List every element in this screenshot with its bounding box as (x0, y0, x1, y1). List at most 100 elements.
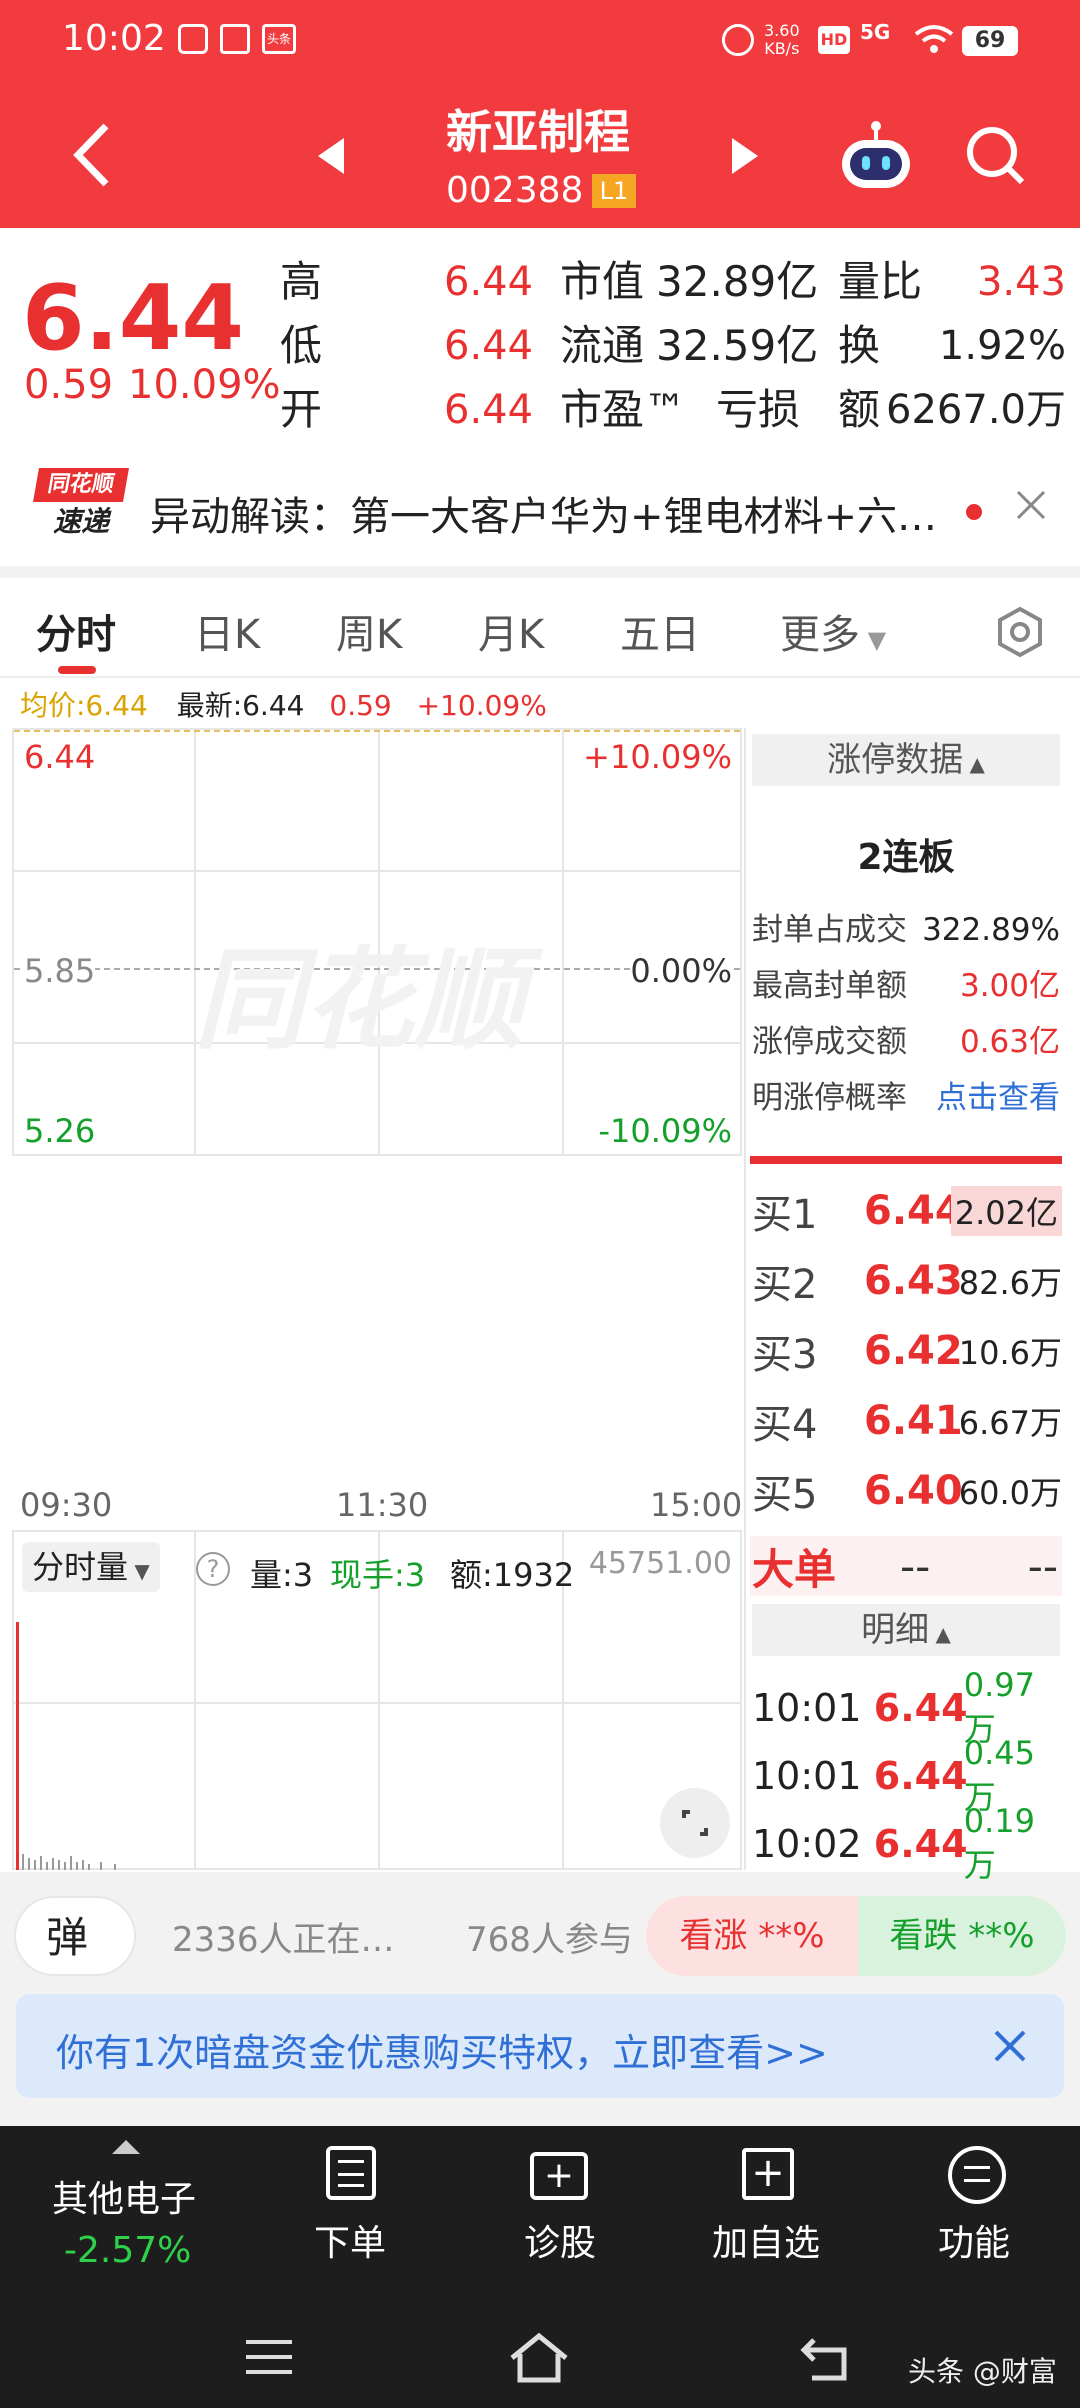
nav-back-icon[interactable] (800, 2336, 852, 2382)
order-book-divider (750, 1156, 1062, 1164)
chevron-down-icon: ▼ (128, 1559, 150, 1583)
bottom-toolbar: 其他电子 -2.57% 下单 + 诊股 + 加自选 功能 头条 @财富 (0, 2126, 1080, 2408)
quote-panel: 6.44 0.59 10.09% 高低开 6.44 6.44 6.44 市值 流通 市盈… (0, 228, 1080, 448)
wifi-icon (914, 24, 954, 54)
chevron-up-icon: ▲ (963, 752, 985, 776)
time-mid: 11:30 (336, 1486, 429, 1524)
volume-hand: 现手:3 (330, 1556, 426, 1594)
hlo-labels: 高低开 (280, 257, 323, 434)
promo-text: 你有1次暗盘资金优惠购买特权，立即查看>> (56, 2031, 828, 2075)
app-header: 10:02 头条 3.60 KB/s HD 5G 69 新亚制程 002388 L… (0, 0, 1080, 228)
close-icon[interactable] (1014, 488, 1048, 522)
add-watchlist-icon: + (742, 2148, 794, 2200)
chart-tabs: 分时 日K 周K 月K 五日 更多 ▼ (0, 566, 1080, 676)
net-speed: 3.60 KB/s (764, 21, 800, 58)
danmu-toggle[interactable]: 弹 (14, 1896, 136, 1976)
sector-change: -2.57% (64, 2230, 192, 2271)
order-book: 买1 6.44 2.02亿 买2 6.43 82.6万 买3 6.42 10.6万 买4 6.… (752, 1186, 1062, 1518)
vote-down-button[interactable]: 看跌 **% (858, 1896, 1066, 1976)
nav-home-icon[interactable] (508, 2332, 570, 2384)
robot-assistant-icon[interactable] (838, 118, 914, 194)
order-icon (326, 2146, 376, 2200)
unread-dot (966, 504, 982, 520)
participants-count: 768人参与 (466, 1920, 633, 1960)
tab-week-k[interactable]: 周K (336, 602, 402, 660)
trade-detail-list: 10:01 6.44 0.97万 10:01 6.44 0.45万 10:02 6.44 0… (752, 1666, 1036, 1884)
active-tab-indicator (58, 666, 96, 674)
nav-menu-icon[interactable] (246, 2340, 292, 2380)
stock-name: 新亚制程 (446, 105, 630, 159)
watermark-logo: 同花顺 (194, 936, 524, 1064)
price-line (14, 730, 740, 732)
promo-banner[interactable]: 你有1次暗盘资金优惠购买特权，立即查看>> (16, 1994, 1064, 2098)
price-panel[interactable]: 同花顺 6.44 +10.09% 5.85 0.00% 5.26 -10.09% (12, 728, 742, 1156)
chart-legend: 均价:6.44 最新:6.44 0.59 +10.09% (20, 689, 547, 722)
expand-icon[interactable] (660, 1788, 730, 1858)
hd-badge: HD (818, 26, 850, 54)
price-change: 0.59 (24, 362, 114, 408)
big-order-row[interactable]: 大单 -- -- (750, 1536, 1062, 1596)
tab-more[interactable]: 更多 ▼ (780, 602, 886, 660)
settings-icon[interactable] (994, 606, 1046, 658)
level-badge: L1 (592, 174, 636, 208)
ths-express-logo: 同花顺 速递 (33, 468, 129, 542)
add-watchlist-button[interactable]: 加自选 (712, 2214, 820, 2266)
chart-area: 均价:6.44 最新:6.44 0.59 +10.09% 同花顺 6.44 +1… (0, 676, 1080, 1884)
limit-data-header[interactable]: 涨停数据 ▲ (752, 734, 1060, 786)
limit-rows: 封单占成交 322.89% 最高封单额 3.00亿 涨停成交额 0.63亿 明涨停概率… (752, 902, 1060, 1126)
calendar-icon (220, 24, 250, 54)
diagnose-icon: + (530, 2152, 588, 2200)
axis-mid-pct: 0.00% (630, 952, 732, 990)
app-notify-icon (178, 24, 208, 54)
axis-top-pct: +10.09% (583, 738, 732, 776)
watching-count: 2336人正在… (172, 1920, 395, 1960)
diagnose-button[interactable]: 诊股 (524, 2214, 596, 2266)
help-icon[interactable]: ? (196, 1552, 230, 1586)
tab-day-k[interactable]: 日K (194, 602, 260, 660)
axis-top-price: 6.44 (24, 738, 96, 776)
vote-up-button[interactable]: 看涨 **% (646, 1896, 858, 1976)
volume-amount: 额:1932 (450, 1556, 575, 1594)
close-icon[interactable] (992, 2028, 1028, 2064)
back-arrow-icon[interactable] (70, 120, 114, 190)
function-button[interactable]: 功能 (938, 2214, 1010, 2266)
chevron-up-icon (112, 2140, 140, 2154)
next-stock-icon[interactable] (730, 136, 760, 176)
tab-five-day[interactable]: 五日 (620, 602, 700, 660)
hlo-values: 6.44 6.44 6.44 (444, 259, 534, 433)
battery-icon: 69 (962, 26, 1018, 56)
price-change-pct: 10.09% (128, 362, 281, 408)
tab-intraday[interactable]: 分时 (36, 602, 116, 660)
volume-panel[interactable]: 分时量 ▼ ? 量:3 现手:3 额:1932 45751.00 (12, 1530, 742, 1870)
volume-bars (16, 1622, 116, 1870)
volume-qty: 量:3 (250, 1556, 314, 1594)
sector-name[interactable]: 其他电子 (52, 2170, 196, 2222)
detail-header[interactable]: 明细 ▲ (752, 1604, 1060, 1656)
menu-icon (948, 2146, 1006, 2204)
prev-stock-icon[interactable] (316, 136, 346, 176)
toutiao-icon: 头条 (262, 24, 296, 54)
tab-month-k[interactable]: 月K (478, 602, 544, 660)
limit-title: 2连板 (857, 837, 955, 878)
watermark-text: 头条 @财富 (908, 2355, 1057, 2388)
current-price: 6.44 (22, 266, 245, 371)
signal-icon: 5G (860, 20, 891, 44)
volume-max: 45751.00 (588, 1546, 732, 1581)
axis-mid-price: 5.85 (24, 952, 96, 990)
social-row: 弹 2336人正在… 768人参与 看涨 **% 看跌 **% (0, 1886, 1080, 1986)
right-values: 3.43 1.92% 6267.0万 (886, 259, 1066, 433)
axis-bot-pct: -10.09% (598, 1112, 732, 1150)
news-text: 异动解读：第一大客户华为+锂电材料+六… (150, 494, 938, 540)
news-bar[interactable]: 同花顺 速递 异动解读：第一大客户华为+锂电材料+六… (0, 448, 1080, 566)
alarm-icon (722, 24, 754, 56)
chevron-down-icon: ▼ (860, 626, 887, 654)
search-icon[interactable] (964, 124, 1028, 188)
chevron-up-icon: ▲ (929, 1622, 951, 1646)
stock-code: 002388 (446, 170, 584, 211)
status-time: 10:02 (62, 18, 166, 59)
time-end: 15:00 (650, 1486, 743, 1524)
place-order-button[interactable]: 下单 (314, 2214, 386, 2266)
view-probability-link[interactable]: 点击查看 (936, 1070, 1060, 1126)
axis-bot-price: 5.26 (24, 1112, 96, 1150)
volume-selector[interactable]: 分时量 ▼ (22, 1542, 160, 1592)
